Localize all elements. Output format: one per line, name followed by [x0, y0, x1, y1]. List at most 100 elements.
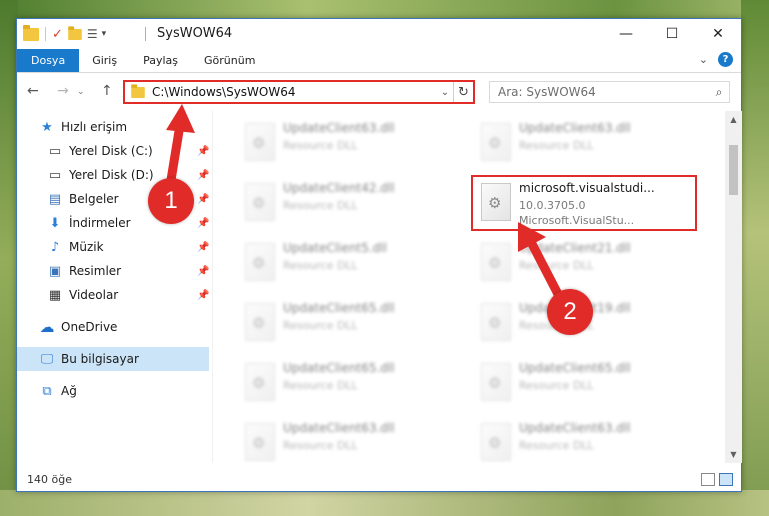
dll-file-icon: [481, 363, 511, 401]
file-item[interactable]: UpdateClient65.dll Resource DLL: [471, 355, 697, 411]
drive-icon: ▭: [48, 167, 62, 183]
file-item[interactable]: UpdateClient65.dll Resource DLL: [235, 295, 461, 351]
scroll-up-icon[interactable]: ▲: [725, 111, 742, 128]
sidebar-item-label: Resimler: [69, 264, 122, 278]
sidebar-item-label: OneDrive: [61, 320, 118, 334]
sidebar-item-music[interactable]: ♪ Müzik 📌: [17, 235, 210, 259]
scroll-down-icon[interactable]: ▼: [725, 446, 742, 463]
back-arrow-icon[interactable]: ←: [27, 83, 39, 99]
maximize-button[interactable]: ☐: [649, 19, 695, 49]
navigation-bar: ← → ⌄ ↑ C:\Windows\SysWOW64 ⌄ ↻ Ara: Sys…: [17, 74, 741, 110]
recent-locations-chevron-icon[interactable]: ⌄: [77, 87, 85, 97]
sidebar-item-quick-access[interactable]: ★ Hızlı erişim: [17, 115, 209, 139]
close-button[interactable]: ✕: [695, 19, 741, 49]
pin-icon[interactable]: 📌: [197, 146, 209, 157]
pin-icon[interactable]: 📌: [197, 266, 209, 277]
status-bar: 140 öğe: [17, 469, 741, 491]
file-name: UpdateClient63.dll: [519, 121, 631, 135]
file-name: UpdateClient63.dll: [519, 421, 631, 435]
tab-file[interactable]: Dosya: [17, 49, 80, 72]
vertical-scrollbar[interactable]: ▲ ▼: [725, 111, 742, 463]
file-type: Resource DLL: [283, 439, 358, 452]
download-icon: ⬇: [49, 215, 61, 231]
dll-file-icon: [245, 363, 275, 401]
pin-icon[interactable]: 📌: [197, 194, 209, 205]
search-box[interactable]: Ara: SysWOW64 ⌕: [489, 81, 730, 103]
file-item[interactable]: UpdateClient21.dll Resource DLL: [471, 235, 697, 291]
scrollbar-thumb[interactable]: [729, 145, 738, 195]
sidebar-item-videos[interactable]: ▦ Videolar 📌: [17, 283, 210, 307]
dll-file-icon: [481, 183, 511, 221]
help-icon[interactable]: ?: [718, 52, 733, 67]
file-name: UpdateClient63.dll: [283, 421, 395, 435]
title-bar: ✓ ☰ ▾ SysWOW64 — ☐ ✕: [17, 19, 741, 49]
file-type: Resource DLL: [283, 259, 358, 272]
toolbar-separator: [45, 27, 46, 41]
file-item[interactable]: UpdateClient63.dll Resource DLL: [471, 415, 697, 463]
pin-icon[interactable]: 📌: [197, 170, 209, 181]
pin-icon[interactable]: 📌: [197, 290, 209, 301]
sidebar-item-this-pc[interactable]: 🖵 Bu bilgisayar: [17, 347, 209, 371]
file-type: Resource DLL: [519, 379, 594, 392]
large-icons-view-icon[interactable]: [719, 473, 733, 486]
sidebar-item-label: Belgeler: [69, 192, 119, 206]
sidebar-item-label: Bu bilgisayar: [61, 352, 139, 366]
file-type: Microsoft.VisualStu...: [519, 214, 635, 227]
address-dropdown-icon[interactable]: ⌄: [437, 87, 453, 98]
file-name: UpdateClient65.dll: [519, 361, 631, 375]
customize-toolbar-icon[interactable]: ▾: [102, 29, 107, 39]
ribbon-tabs: Dosya Giriş Paylaş Görünüm ⌄ ?: [17, 49, 741, 73]
rename-icon[interactable]: ☰: [87, 27, 98, 41]
dll-file-icon: [481, 243, 511, 281]
refresh-icon[interactable]: ↻: [453, 82, 473, 102]
file-item[interactable]: UpdateClient63.dll Resource DLL: [235, 115, 461, 171]
file-name: UpdateClient42.dll: [283, 181, 395, 195]
pin-icon[interactable]: 📌: [197, 218, 209, 229]
file-type: Resource DLL: [519, 139, 594, 152]
file-name: UpdateClient21.dll: [519, 241, 631, 255]
item-count: 140 öğe: [27, 473, 72, 486]
file-explorer-window: ✓ ☰ ▾ SysWOW64 — ☐ ✕ Dosya Giriş Paylaş …: [16, 18, 742, 492]
dll-file-icon: [245, 423, 275, 461]
details-view-icon[interactable]: [701, 473, 715, 486]
sidebar-item-label: Yerel Disk (D:): [69, 168, 154, 182]
sidebar-item-label: Ağ: [61, 384, 77, 398]
videos-icon: ▦: [48, 287, 62, 303]
new-folder-icon[interactable]: [68, 25, 82, 40]
tab-home[interactable]: Giriş: [79, 49, 130, 72]
file-item[interactable]: UpdateClient42.dll Resource DLL: [235, 175, 461, 231]
folder-icon[interactable]: [23, 24, 39, 41]
sidebar-item-onedrive[interactable]: ☁ OneDrive: [17, 315, 209, 339]
search-input[interactable]: Ara: SysWOW64: [498, 85, 709, 99]
dll-file-icon: [245, 183, 275, 221]
sidebar-item-label: İndirmeler: [69, 216, 131, 230]
search-icon[interactable]: ⌕: [709, 85, 729, 100]
file-item[interactable]: UpdateClient5.dll Resource DLL: [235, 235, 461, 291]
expand-ribbon-icon[interactable]: ⌄: [699, 53, 708, 66]
dll-file-icon: [245, 243, 275, 281]
minimize-button[interactable]: —: [603, 19, 649, 49]
network-icon: ⧉: [42, 383, 52, 399]
tab-view[interactable]: Görünüm: [191, 49, 268, 72]
address-bar[interactable]: C:\Windows\SysWOW64 ⌄ ↻: [123, 80, 475, 104]
computer-icon: 🖵: [40, 351, 54, 367]
properties-icon[interactable]: ✓: [52, 27, 63, 42]
sidebar-item-label: Yerel Disk (C:): [69, 144, 153, 158]
file-list: UpdateClient63.dll Resource DLL UpdateCl…: [213, 111, 725, 463]
file-item[interactable]: UpdateClient63.dll Resource DLL: [235, 415, 461, 463]
pin-icon[interactable]: 📌: [197, 242, 209, 253]
sidebar-item-local-disk-c[interactable]: ▭ Yerel Disk (C:) 📌: [17, 139, 210, 163]
step1-badge: 1: [148, 178, 194, 224]
highlighted-file-item[interactable]: microsoft.visualstudi... 10.0.3705.0 Mic…: [471, 175, 697, 231]
file-item[interactable]: UpdateClient63.dll Resource DLL: [471, 115, 697, 171]
up-arrow-icon[interactable]: ↑: [101, 83, 113, 99]
file-type: Resource DLL: [283, 139, 358, 152]
sidebar-item-pictures[interactable]: ▣ Resimler 📌: [17, 259, 210, 283]
file-item[interactable]: UpdateClient65.dll Resource DLL: [235, 355, 461, 411]
sidebar-item-network[interactable]: ⧉ Ağ: [17, 379, 209, 403]
dll-file-icon: [481, 123, 511, 161]
drive-icon: ▭: [48, 143, 62, 159]
address-path[interactable]: C:\Windows\SysWOW64: [152, 85, 437, 99]
tab-share[interactable]: Paylaş: [130, 49, 191, 72]
forward-arrow-icon[interactable]: →: [57, 83, 69, 99]
